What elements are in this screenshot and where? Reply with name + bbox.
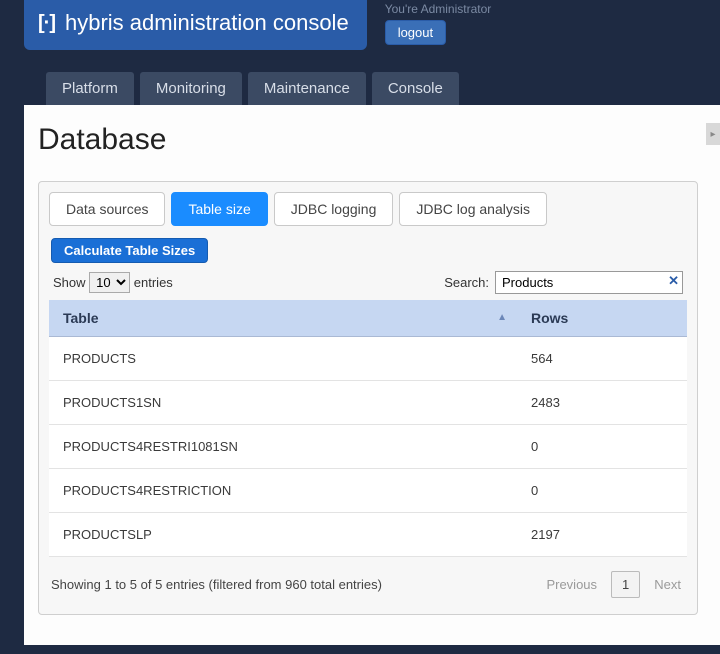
main-nav: Platform Monitoring Maintenance Console — [0, 50, 720, 105]
sub-tabs: Data sources Table size JDBC logging JDB… — [49, 192, 687, 226]
table-sizes-table: Table ▲ Rows PRODUCTS564PRODUCTS1SN2483P… — [49, 300, 687, 557]
sort-asc-icon: ▲ — [497, 312, 507, 323]
cell-row-count: 2197 — [517, 513, 687, 557]
cell-table-name: PRODUCTS4RESTRICTION — [49, 469, 517, 513]
cell-table-name: PRODUCTS4RESTRI1081SN — [49, 425, 517, 469]
table-row: PRODUCTS564 — [49, 337, 687, 381]
pager: Previous 1 Next — [546, 571, 681, 598]
cell-row-count: 0 — [517, 469, 687, 513]
table-size-panel: Data sources Table size JDBC logging JDB… — [38, 181, 698, 615]
col-rows-label: Rows — [531, 310, 568, 326]
nav-console[interactable]: Console — [372, 72, 459, 105]
search-input[interactable] — [495, 271, 683, 294]
table-row: PRODUCTS4RESTRICTION0 — [49, 469, 687, 513]
table-row: PRODUCTS4RESTRI1081SN0 — [49, 425, 687, 469]
calculate-table-sizes-button[interactable]: Calculate Table Sizes — [51, 238, 208, 263]
cell-row-count: 564 — [517, 337, 687, 381]
nav-monitoring[interactable]: Monitoring — [140, 72, 242, 105]
expand-right-icon[interactable]: ▸ — [706, 123, 720, 145]
tab-jdbc-log-analysis[interactable]: JDBC log analysis — [399, 192, 547, 226]
col-table[interactable]: Table ▲ — [49, 300, 517, 337]
table-row: PRODUCTS1SN2483 — [49, 381, 687, 425]
tab-jdbc-logging[interactable]: JDBC logging — [274, 192, 394, 226]
pager-previous[interactable]: Previous — [546, 577, 597, 592]
tab-data-sources[interactable]: Data sources — [49, 192, 165, 226]
cell-row-count: 0 — [517, 425, 687, 469]
length-select[interactable]: 10 — [89, 272, 130, 293]
length-suffix: entries — [134, 275, 173, 290]
brand-banner: [·] hybris administration console — [24, 0, 367, 50]
search-label: Search: — [444, 275, 489, 290]
cell-table-name: PRODUCTSLP — [49, 513, 517, 557]
clear-search-icon[interactable]: ✕ — [668, 273, 679, 289]
length-prefix: Show — [53, 275, 86, 290]
col-table-label: Table — [63, 310, 99, 326]
pager-next[interactable]: Next — [654, 577, 681, 592]
cell-table-name: PRODUCTS — [49, 337, 517, 381]
pager-page-1[interactable]: 1 — [611, 571, 640, 598]
nav-maintenance[interactable]: Maintenance — [248, 72, 366, 105]
cell-table-name: PRODUCTS1SN — [49, 381, 517, 425]
logout-button[interactable]: logout — [385, 20, 446, 45]
brand-title: hybris administration console — [65, 10, 349, 36]
table-info: Showing 1 to 5 of 5 entries (filtered fr… — [51, 577, 382, 592]
brand-logo-icon: [·] — [38, 12, 55, 35]
page-title: Database — [38, 123, 698, 157]
table-row: PRODUCTSLP2197 — [49, 513, 687, 557]
tab-table-size[interactable]: Table size — [171, 192, 267, 226]
length-control: Show 10 entries — [53, 272, 173, 293]
nav-platform[interactable]: Platform — [46, 72, 134, 105]
cell-row-count: 2483 — [517, 381, 687, 425]
col-rows[interactable]: Rows — [517, 300, 687, 337]
user-label: You're Administrator — [385, 2, 492, 16]
